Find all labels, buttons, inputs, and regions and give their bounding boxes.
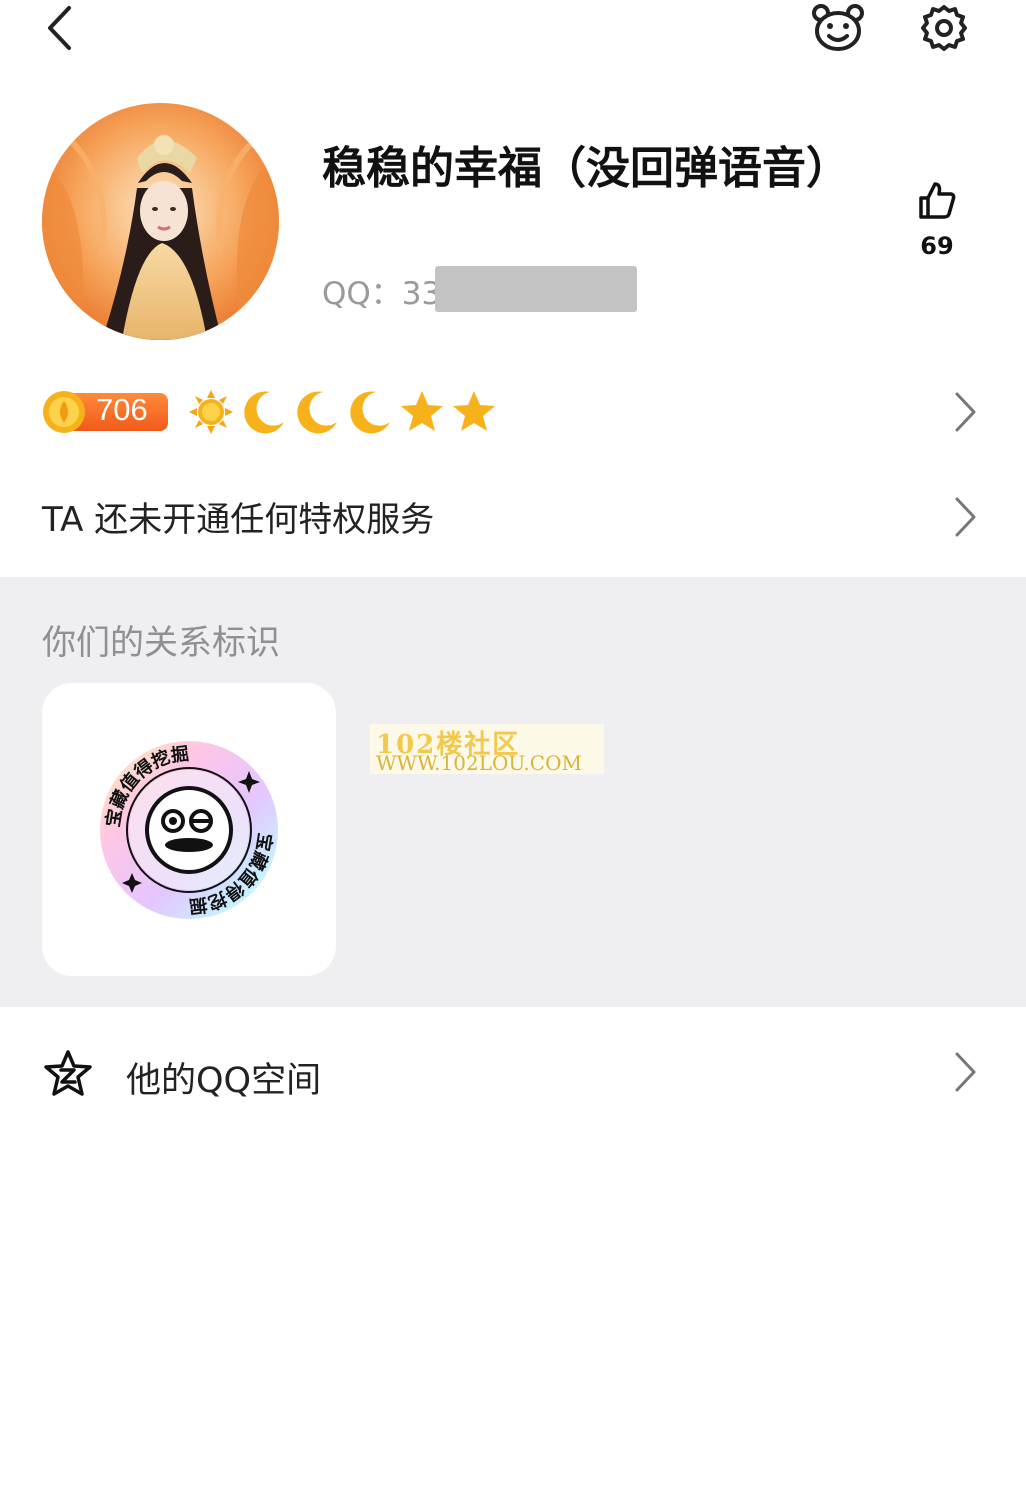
privilege-row[interactable]: TA 还未开通任何特权服务 (0, 474, 1026, 560)
bear-face-icon (812, 4, 864, 51)
privilege-text: TA 还未开通任何特权服务 (42, 500, 435, 540)
back-button[interactable] (32, 0, 88, 56)
star-icon (453, 391, 495, 431)
like-count: 69 (920, 232, 954, 260)
level-row[interactable]: 706 (0, 370, 1026, 454)
chevron-right-icon (955, 497, 976, 537)
qzone-row[interactable]: 他的QQ空间 (0, 1010, 1026, 1134)
pet-button[interactable] (810, 0, 866, 56)
watermark: 102楼社区 WWW.102LOU.COM (370, 724, 604, 775)
qq-number: QQ：33 (322, 276, 442, 312)
gear-icon (921, 5, 967, 51)
relationship-badge-card[interactable]: 宝藏值得挖掘 宝藏值得挖掘 (42, 683, 336, 976)
star-icon (401, 391, 443, 431)
chevron-right-icon (955, 1052, 976, 1092)
qq-number-mask (435, 266, 637, 312)
thumbs-up-icon (919, 182, 956, 219)
moon-icon (297, 391, 337, 434)
chevron-left-icon (48, 6, 71, 50)
qzone-label: 他的QQ空间 (126, 1061, 322, 1101)
qzone-star-icon (44, 1050, 92, 1096)
relationship-section: 你们的关系标识 宝藏值得挖掘 宝藏值得挖掘 (0, 577, 1026, 1007)
like-button[interactable]: 69 (908, 178, 966, 278)
moon-icon (350, 391, 390, 434)
settings-button[interactable] (916, 0, 972, 56)
level-value: 706 (96, 392, 148, 427)
chevron-right-icon (955, 392, 976, 432)
treasure-badge-icon: 宝藏值得挖掘 宝藏值得挖掘 (100, 741, 278, 919)
avatar[interactable] (42, 103, 279, 340)
watermark-url: WWW.102LOU.COM (376, 751, 582, 775)
moon-icon (244, 391, 284, 434)
sun-icon (189, 390, 233, 434)
relationship-title: 你们的关系标识 (42, 623, 280, 663)
nickname: 稳稳的幸福（没回弹语音） (322, 143, 850, 194)
